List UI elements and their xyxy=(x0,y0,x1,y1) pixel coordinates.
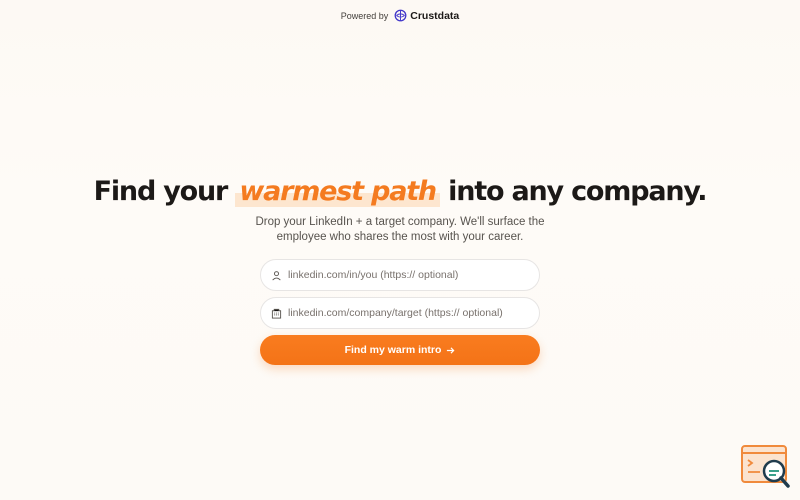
company-input[interactable] xyxy=(288,307,528,319)
crustdata-logo-icon xyxy=(394,9,407,22)
brand-link[interactable]: Crustdata xyxy=(394,9,459,22)
headline-pre: Find your xyxy=(93,176,229,207)
headline-highlight: warmest path xyxy=(235,176,440,207)
building-icon xyxy=(271,308,282,319)
powered-by-label: Powered by xyxy=(340,10,389,21)
headline-post: into any company. xyxy=(448,176,707,207)
hero-section: Find your warmest path into any company.… xyxy=(0,176,800,365)
brand-name: Crustdata xyxy=(410,9,460,22)
arrow-right-icon xyxy=(447,346,455,354)
person-icon xyxy=(272,270,281,280)
find-warm-intro-label: Find my warm intro xyxy=(344,344,442,356)
linkedin-field[interactable] xyxy=(260,259,540,291)
linkedin-input[interactable] xyxy=(288,269,528,281)
powered-by-bar: Powered by Crustdata xyxy=(0,9,800,22)
search-console-icon xyxy=(741,445,790,488)
company-field[interactable] xyxy=(260,297,540,329)
page-title: Find your warmest path into any company. xyxy=(93,176,708,207)
find-warm-intro-button[interactable]: Find my warm intro xyxy=(260,335,540,365)
page-subtitle: Drop your LinkedIn + a target company. W… xyxy=(255,216,545,243)
help-widget[interactable] xyxy=(740,444,792,490)
